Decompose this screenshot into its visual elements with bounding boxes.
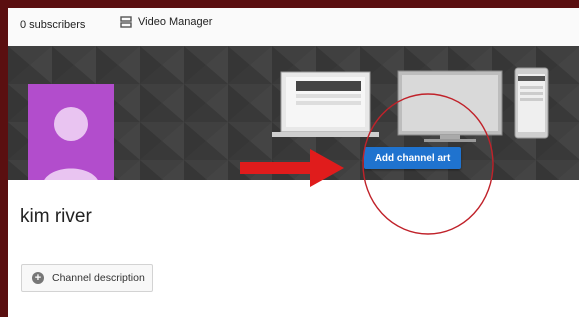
red-circle-annotation — [362, 93, 494, 235]
phone-icon — [514, 67, 549, 139]
red-arrow-annotation — [240, 149, 344, 187]
channel-description-button[interactable]: + Channel description — [21, 264, 153, 292]
video-manager-icon — [120, 16, 132, 28]
channel-description-label: Channel description — [52, 272, 145, 284]
plus-circle-icon: + — [32, 272, 44, 284]
subscriber-count: 0 subscribers — [20, 19, 86, 31]
channel-page: 0 subscribers Video Manager Add channel … — [8, 8, 579, 317]
video-manager-link[interactable]: Video Manager — [120, 16, 212, 28]
video-manager-label: Video Manager — [138, 16, 213, 28]
channel-name: kim river — [20, 206, 92, 227]
channel-topbar: 0 subscribers Video Manager — [8, 8, 579, 47]
